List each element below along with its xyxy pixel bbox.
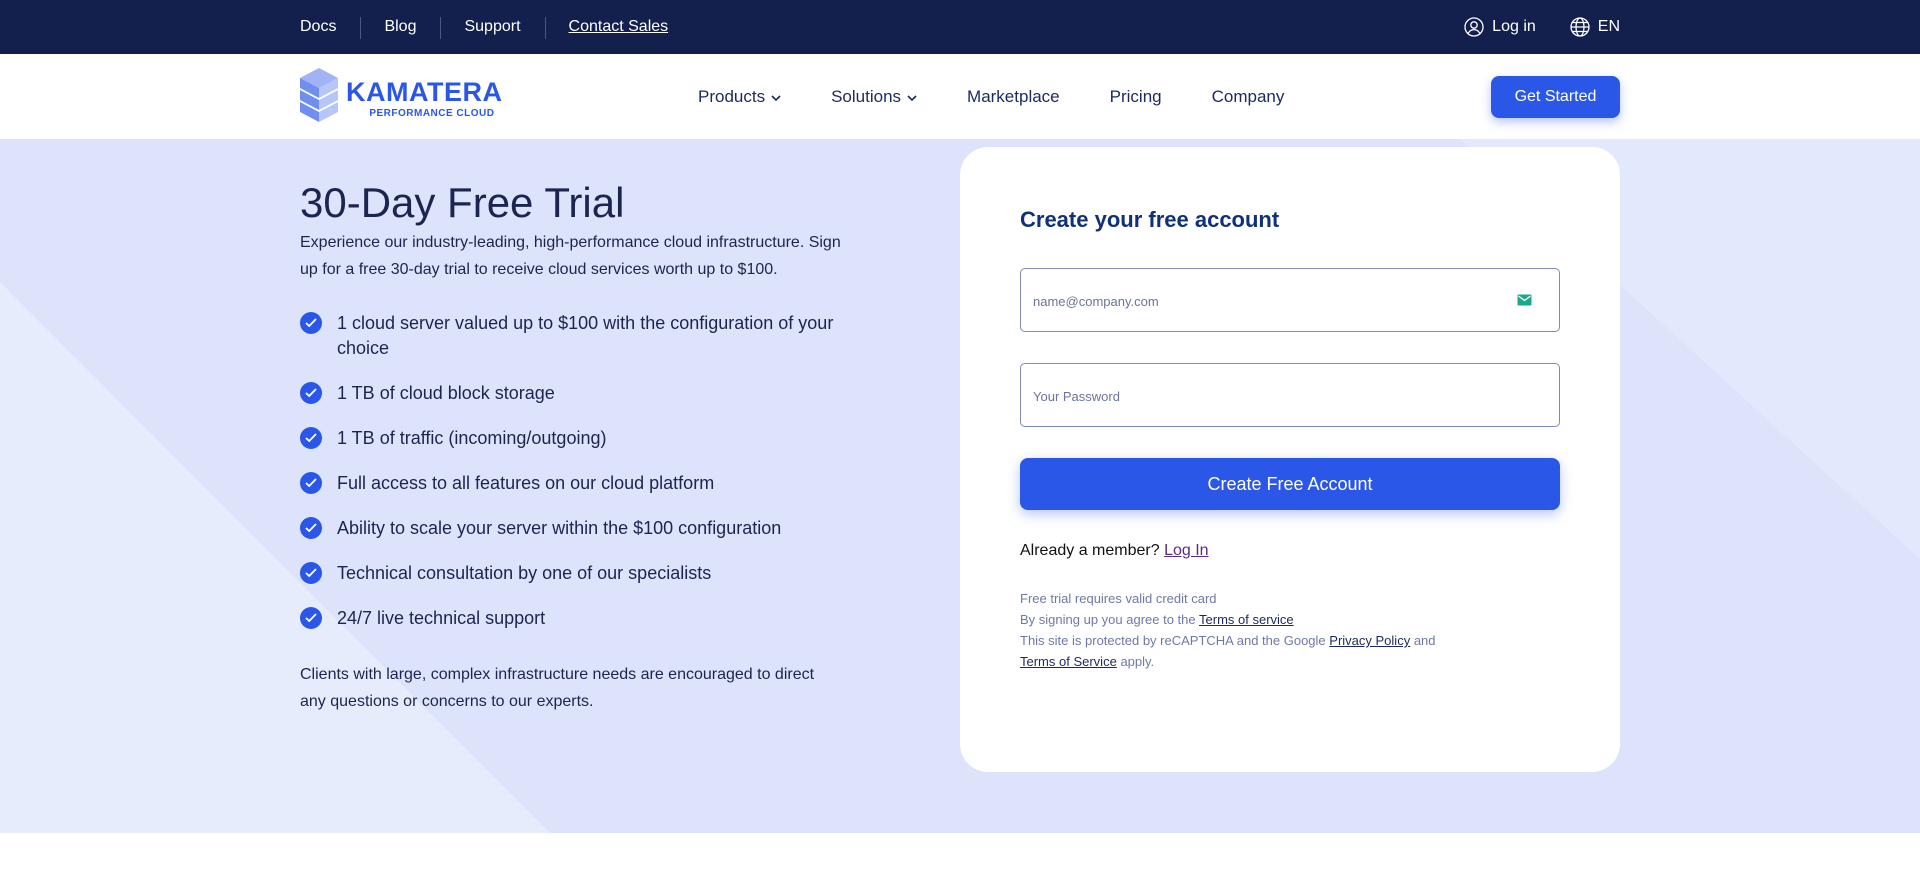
login-link[interactable]: Log in (1464, 17, 1536, 37)
list-item: 1 cloud server valued up to $100 with th… (300, 311, 860, 361)
terms-notice: By signing up you agree to the Terms of … (1020, 609, 1560, 630)
recaptcha-notice-and: and (1413, 633, 1436, 648)
feature-text: 1 TB of cloud block storage (337, 383, 555, 403)
list-item: Technical consultation by one of our spe… (300, 561, 860, 586)
enterprise-note: Clients with large, complex infrastructu… (300, 666, 815, 710)
main-navigation: KAMATERA PERFORMANCE CLOUD Products Solu… (0, 54, 1920, 139)
password-field-container (1020, 363, 1560, 428)
logo-mark-icon (300, 68, 338, 129)
utility-actions: Log in EN (1464, 0, 1620, 54)
menu-item-products[interactable]: Products (698, 87, 781, 107)
support-link[interactable]: Support (440, 0, 544, 54)
list-item: 1 TB of traffic (incoming/outgoing) (300, 426, 860, 451)
check-circle-icon (300, 562, 322, 584)
get-started-button[interactable]: Get Started (1491, 76, 1620, 118)
list-item: 24/7 live technical support (300, 606, 860, 631)
page-title: 30-Day Free Trial (300, 179, 625, 226)
menu-item-marketplace[interactable]: Marketplace (967, 87, 1060, 107)
chevron-down-icon (771, 87, 781, 107)
password-field[interactable] (1031, 364, 1515, 428)
check-circle-icon (300, 427, 322, 449)
create-account-button[interactable]: Create Free Account (1020, 458, 1560, 510)
menu-item-marketplace-label: Marketplace (967, 86, 1060, 106)
feature-list: 1 cloud server valued up to $100 with th… (300, 311, 860, 651)
check-circle-icon (300, 517, 322, 539)
check-circle-icon (300, 607, 322, 629)
check-circle-icon (300, 382, 322, 404)
contact-sales-link[interactable]: Contact Sales (544, 0, 693, 54)
login-label: Log in (1492, 18, 1536, 35)
menu-item-solutions-label: Solutions (831, 86, 902, 106)
legal-text: Free trial requires valid credit card By… (1020, 588, 1560, 672)
privacy-policy-link[interactable]: Privacy Policy (1329, 633, 1410, 648)
user-circle-icon (1464, 17, 1484, 37)
list-item: Ability to scale your server within the … (300, 516, 860, 541)
recaptcha-notice-text: This site is protected by reCAPTCHA and … (1020, 633, 1326, 648)
blog-link-label: Blog (384, 18, 417, 35)
list-item: Full access to all features on our cloud… (300, 471, 860, 496)
feature-text: 1 cloud server valued up to $100 with th… (337, 313, 834, 358)
credit-card-notice: Free trial requires valid credit card (1020, 591, 1217, 606)
menu-item-solutions[interactable]: Solutions (831, 87, 917, 107)
docs-link-label: Docs (300, 18, 337, 35)
signup-card: Create your free account Create Free Acc… (960, 147, 1620, 772)
chevron-down-icon (907, 87, 917, 107)
login-prompt-text: Already a member? (1020, 542, 1160, 559)
menu-item-pricing[interactable]: Pricing (1110, 87, 1162, 107)
form-title: Create your free account (1020, 207, 1280, 232)
recaptcha-notice-apply: apply. (1120, 654, 1155, 669)
email-field-container (1020, 268, 1560, 333)
globe-icon (1570, 17, 1590, 37)
feature-text: Ability to scale your server within the … (337, 518, 782, 538)
blog-link[interactable]: Blog (360, 0, 440, 54)
terms-of-service-link[interactable]: Terms of service (1199, 612, 1294, 627)
brand-name: KAMATERA (346, 77, 503, 107)
feature-text: Technical consultation by one of our spe… (337, 563, 712, 583)
feature-text: 1 TB of traffic (incoming/outgoing) (337, 428, 607, 448)
docs-link[interactable]: Docs (300, 0, 360, 54)
language-selector[interactable]: EN (1570, 17, 1620, 37)
menu-item-company-label: Company (1211, 86, 1285, 106)
login-link-form[interactable]: Log In (1164, 542, 1208, 559)
google-terms-link[interactable]: Terms of Service (1020, 654, 1117, 669)
feature-text: 24/7 live technical support (337, 608, 546, 628)
terms-notice-text: By signing up you agree to the (1020, 612, 1196, 627)
hero-description: Experience our industry-leading, high-pe… (300, 234, 841, 278)
support-link-label: Support (464, 18, 521, 35)
envelope-icon (1517, 293, 1532, 311)
list-item: 1 TB of cloud block storage (300, 381, 860, 406)
utility-links: Docs Blog Support Contact Sales (300, 0, 692, 54)
top-utility-bar: Docs Blog Support Contact Sales Log in E… (0, 0, 1920, 54)
menu-item-company[interactable]: Company (1212, 87, 1285, 107)
check-circle-icon (300, 312, 322, 334)
contact-sales-link-label: Contact Sales (568, 18, 669, 35)
menu-item-pricing-label: Pricing (1109, 86, 1162, 106)
check-circle-icon (300, 472, 322, 494)
recaptcha-notice-cont: Terms of Service apply. (1020, 651, 1560, 672)
menu-item-products-label: Products (698, 86, 766, 106)
logo-wordmark: KAMATERA PERFORMANCE CLOUD (346, 78, 502, 119)
login-prompt: Already a member? Log In (1020, 542, 1209, 560)
primary-menu: Products Solutions Marketplace Pricing C… (698, 54, 1334, 139)
hero-section: 30-Day Free Trial Experience our industr… (0, 139, 1920, 833)
email-field[interactable] (1031, 269, 1515, 333)
brand-tagline: PERFORMANCE CLOUD (369, 108, 495, 119)
recaptcha-notice: This site is protected by reCAPTCHA and … (1020, 630, 1560, 651)
language-label: EN (1597, 18, 1620, 35)
feature-text: Full access to all features on our cloud… (337, 473, 715, 493)
kamatera-logo[interactable]: KAMATERA PERFORMANCE CLOUD (300, 68, 502, 129)
